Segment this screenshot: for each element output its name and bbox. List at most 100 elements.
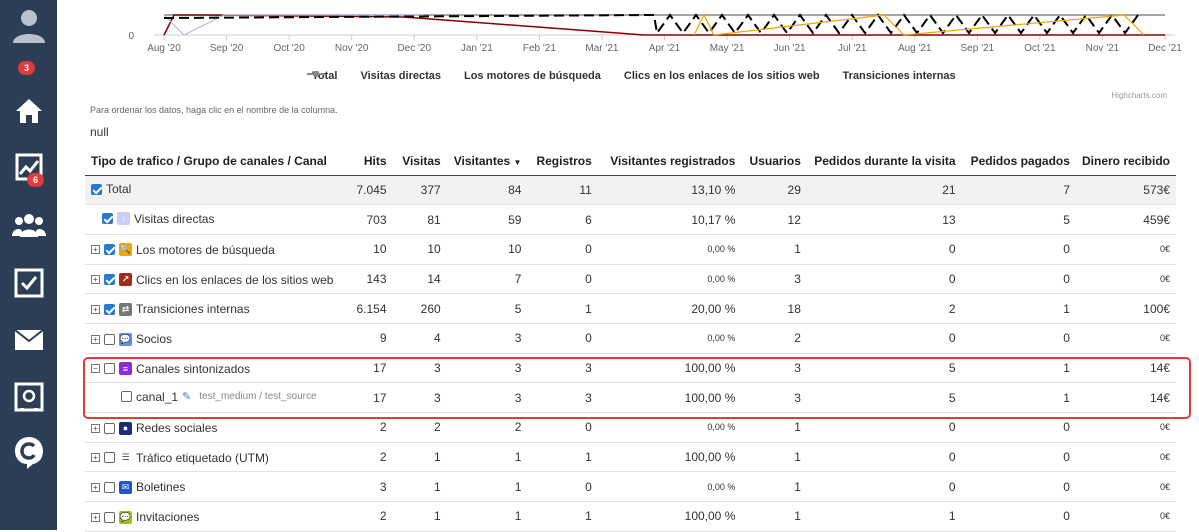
row-checkbox[interactable] (104, 274, 115, 286)
cell-orders-paid[interactable]: 0 (961, 501, 1076, 532)
row-checkbox[interactable] (104, 452, 115, 464)
row-checkbox[interactable] (104, 333, 115, 345)
users-group-icon[interactable] (0, 200, 57, 250)
legend-item[interactable]: Los motores de búsqueda (307, 70, 601, 82)
cell-orders-visit[interactable]: 1 (806, 501, 962, 532)
header-orders-visit[interactable]: Pedidos durante la visita (806, 148, 962, 176)
expand-icon[interactable]: + (91, 512, 100, 522)
row-checkbox[interactable] (104, 422, 115, 434)
cell-orders-paid[interactable]: 0 (961, 264, 1076, 295)
row-checkbox[interactable] (121, 391, 132, 403)
cell-users[interactable]: 1 (741, 412, 807, 443)
row-label: Tráfico etiquetado (UTM) (136, 450, 269, 465)
header-orders-paid[interactable]: Pedidos pagados (961, 148, 1076, 176)
cell-orders-visit[interactable]: 0 (806, 442, 962, 473)
cell-orders-visit[interactable]: 0 (806, 234, 962, 265)
cell-orders-paid[interactable]: 1 (961, 382, 1076, 413)
cell-registrations[interactable]: 1 (527, 501, 598, 532)
cell-registrations[interactable]: 1 (527, 442, 598, 473)
header-users[interactable]: Usuarios (741, 148, 807, 176)
row-checkbox[interactable] (104, 303, 115, 315)
x-tick-label: Sep '20 (210, 43, 244, 54)
cell-orders-visit[interactable]: 21 (806, 175, 962, 206)
cell-users[interactable]: 29 (741, 175, 807, 206)
header-visitors[interactable]: Visitantes ▼ (446, 148, 528, 176)
legend-item[interactable]: Visitas directas (307, 70, 441, 82)
row-checkbox[interactable] (102, 213, 113, 225)
cell-visitors: 5 (446, 293, 528, 324)
cell-registrations[interactable]: 3 (527, 353, 598, 384)
cell-users[interactable]: 1 (741, 501, 807, 532)
expand-icon[interactable]: + (91, 482, 100, 492)
cell-orders-paid[interactable]: 0 (961, 234, 1076, 265)
header-channel[interactable]: Tipo de trafico / Grupo de canales / Can… (85, 148, 344, 176)
cell-orders-paid[interactable]: 1 (961, 353, 1076, 384)
cell-registrations[interactable]: 0 (527, 264, 598, 295)
expand-icon[interactable]: + (91, 423, 100, 433)
cell-users[interactable]: 1 (741, 471, 807, 503)
cell-users[interactable]: 3 (741, 353, 807, 384)
safe-icon[interactable] (0, 372, 57, 422)
cell-registrations[interactable]: 0 (527, 323, 598, 354)
expand-icon[interactable]: + (91, 304, 100, 314)
header-reg-visitors[interactable]: Visitantes registrados (597, 148, 742, 176)
cell-registrations[interactable]: 0 (527, 471, 598, 503)
checklist-icon[interactable] (0, 258, 57, 308)
cell-orders-paid[interactable]: 0 (961, 442, 1076, 473)
cell-orders-paid[interactable]: 7 (961, 175, 1076, 206)
row-checkbox[interactable] (91, 183, 102, 195)
cell-registrations[interactable]: 11 (527, 175, 598, 206)
legend-label: Visitas directas (360, 70, 441, 82)
legend-item[interactable]: Transiciones internas (307, 70, 956, 82)
cell-registrations[interactable]: 6 (527, 204, 598, 235)
sort-hint: Para ordenar los datos, haga clic en el … (90, 105, 338, 115)
expand-icon[interactable]: + (91, 245, 100, 255)
cell-orders-paid[interactable]: 5 (961, 204, 1076, 235)
row-label: Transiciones internas (136, 302, 250, 317)
cell-registrations[interactable]: 3 (527, 382, 598, 413)
user-avatar-icon[interactable] (0, 0, 57, 50)
cell-users[interactable]: 2 (741, 323, 807, 354)
row-checkbox[interactable] (104, 244, 115, 256)
cell-orders-visit[interactable]: 5 (806, 353, 962, 384)
cell-users[interactable]: 18 (741, 293, 807, 324)
cell-orders-paid[interactable]: 1 (961, 293, 1076, 324)
header-money[interactable]: Dinero recibido (1075, 148, 1176, 176)
cell-orders-visit[interactable]: 0 (806, 323, 962, 354)
cell-registrations[interactable]: 0 (527, 234, 598, 265)
expand-icon[interactable]: + (91, 334, 100, 344)
header-hits[interactable]: Hits (343, 148, 393, 176)
home-icon[interactable] (0, 86, 57, 136)
row-checkbox[interactable] (104, 363, 115, 375)
c-logo-icon[interactable] (0, 428, 57, 478)
edit-icon[interactable]: ✎ (182, 390, 191, 403)
cell-orders-paid[interactable]: 0 (961, 471, 1076, 503)
cell-registrations[interactable]: 1 (527, 293, 598, 324)
chart-credits[interactable]: Highcharts.com (1111, 91, 1167, 100)
header-registrations[interactable]: Registros (527, 148, 598, 176)
cell-orders-visit[interactable]: 0 (806, 412, 962, 443)
cell-users[interactable]: 3 (741, 382, 807, 413)
cell-orders-visit[interactable]: 13 (806, 204, 962, 235)
legend-item[interactable]: Clics en los enlaces de los sitios web (307, 70, 820, 82)
row-checkbox[interactable] (104, 511, 115, 523)
cell-orders-paid[interactable]: 0 (961, 412, 1076, 443)
cell-users[interactable]: 1 (741, 442, 807, 473)
expand-icon[interactable]: + (91, 453, 100, 463)
cell-users[interactable]: 12 (741, 204, 807, 235)
cell-orders-paid[interactable]: 0 (961, 323, 1076, 354)
table-row: + ✉ Boletines 3 1 1 0 0,00 % 1 0 0 0€ (85, 471, 1176, 503)
cell-channel: + ✉ Boletines (85, 471, 344, 503)
header-visits[interactable]: Visitas (392, 148, 447, 176)
cell-orders-visit[interactable]: 5 (806, 382, 962, 413)
cell-orders-visit[interactable]: 2 (806, 293, 962, 324)
cell-users[interactable]: 1 (741, 234, 807, 265)
cell-orders-visit[interactable]: 0 (806, 264, 962, 295)
cell-registrations[interactable]: 0 (527, 412, 598, 443)
cell-users[interactable]: 3 (741, 264, 807, 295)
expand-icon[interactable]: + (91, 275, 100, 285)
mail-icon[interactable] (0, 315, 57, 365)
row-checkbox[interactable] (104, 481, 115, 493)
collapse-icon[interactable]: − (91, 364, 100, 374)
cell-orders-visit[interactable]: 0 (806, 471, 962, 503)
